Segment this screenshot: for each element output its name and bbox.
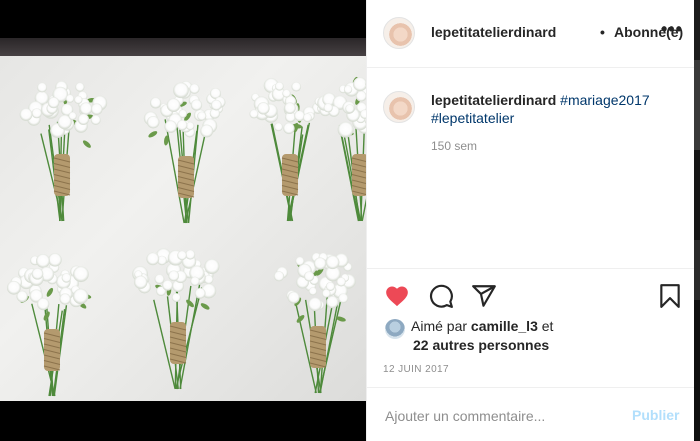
background-window-edge: [694, 0, 700, 441]
author-avatar[interactable]: [383, 17, 415, 49]
boutonniere: [249, 78, 334, 222]
liker-username[interactable]: camille_l3: [471, 318, 538, 334]
post-side-panel: lepetitatelierdinard • Abonné(e) ••• lep…: [366, 0, 700, 441]
caption-avatar[interactable]: [383, 91, 415, 123]
caption-timestamp: 150 sem: [431, 139, 478, 153]
boutonnieres-illustration: [6, 76, 366, 397]
publish-button[interactable]: Publier: [632, 407, 679, 423]
share-paper-plane-icon[interactable]: [471, 283, 497, 309]
post-date: 12 JUIN 2017: [383, 364, 449, 375]
liker-avatar[interactable]: [385, 319, 405, 339]
boutonniere: [143, 80, 226, 224]
comment-input[interactable]: [385, 406, 615, 426]
hashtag-link[interactable]: #lepetitatelier: [431, 110, 514, 126]
post-photo[interactable]: [0, 0, 366, 441]
caption-username[interactable]: lepetitatelierdinard: [431, 92, 556, 108]
heart-filled-icon[interactable]: [384, 283, 410, 309]
bookmark-icon[interactable]: [657, 283, 683, 309]
other-likers-link[interactable]: 22 autres personnes: [413, 337, 549, 353]
post-caption: lepetitatelierdinard #mariage2017 #lepet…: [367, 69, 695, 268]
boutonniere: [132, 248, 220, 390]
boutonniere: [273, 252, 356, 394]
comment-icon[interactable]: [428, 283, 454, 309]
header-separator: •: [600, 24, 605, 40]
comment-box: Publier: [367, 387, 695, 441]
boutonniere: [322, 76, 366, 222]
likes-suffix: et: [541, 318, 554, 334]
caption-text: lepetitatelierdinard #mariage2017 #lepet…: [431, 91, 687, 127]
action-bar: [367, 268, 695, 318]
boutonniere: [6, 253, 92, 397]
photo-frame-edge: [0, 38, 366, 58]
likes-summary: Aimé par camille_l3 et 22 autres personn…: [367, 316, 695, 360]
likes-line: Aimé par camille_l3 et: [411, 318, 553, 334]
author-username[interactable]: lepetitatelierdinard: [431, 24, 556, 40]
likes-prefix: Aimé par: [411, 318, 468, 334]
hashtag-link[interactable]: #mariage2017: [560, 92, 650, 108]
post-header: lepetitatelierdinard • Abonné(e) •••: [367, 0, 695, 68]
boutonniere: [19, 80, 108, 222]
more-dots-icon[interactable]: •••: [661, 19, 683, 40]
